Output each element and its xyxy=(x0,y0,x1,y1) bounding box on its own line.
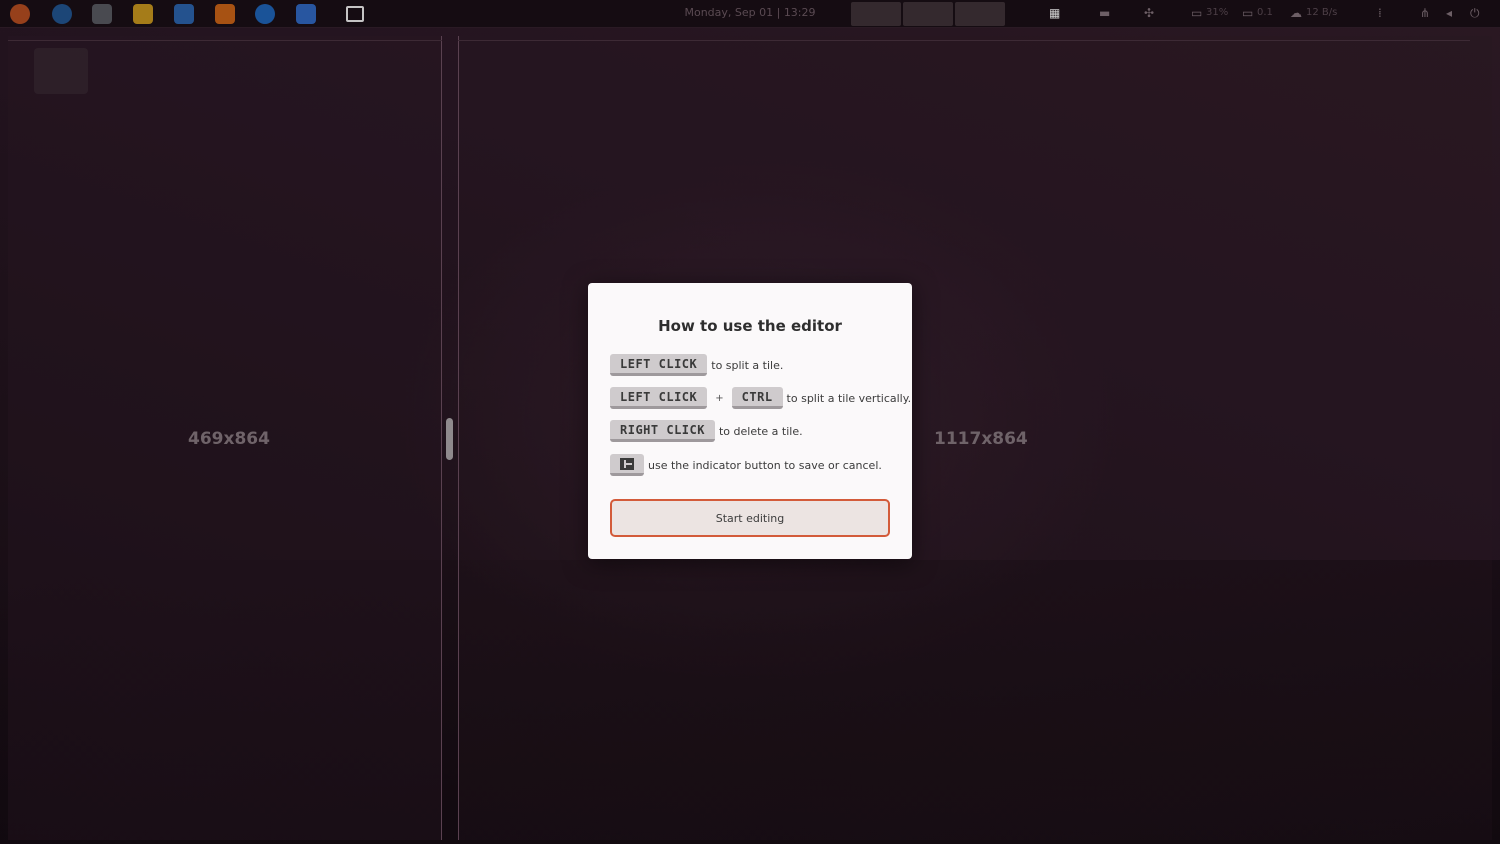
software-icon[interactable] xyxy=(215,4,235,24)
workspace-2[interactable] xyxy=(903,2,953,26)
rhythmbox-icon[interactable] xyxy=(133,4,153,24)
help-icon[interactable] xyxy=(255,4,275,24)
help-row-indicator: use the indicator button to save or canc… xyxy=(610,454,882,476)
power-icon[interactable]: ⏻ xyxy=(1470,6,1480,21)
cpu-icon: ▭ xyxy=(1191,6,1203,20)
right-click-key: RIGHT CLICK xyxy=(610,420,715,442)
right-tile-size: 1117x864 xyxy=(934,429,1028,449)
help-row-split-vertical: LEFT CLICK + CTRL to split a tile vertic… xyxy=(610,387,911,409)
cpu-usage: 31% xyxy=(1206,7,1229,18)
cloud-icon: ☁ xyxy=(1290,6,1302,20)
left-tile-size: 469x864 xyxy=(188,429,270,449)
firefox-icon[interactable] xyxy=(10,4,30,24)
help-description: to delete a tile. xyxy=(718,424,803,438)
thunderbird-icon[interactable] xyxy=(52,4,72,24)
help-description: to split a tile. xyxy=(711,358,784,372)
help-description: to split a tile vertically. xyxy=(786,391,912,405)
left-click-key: LEFT CLICK xyxy=(610,387,708,409)
window-icon[interactable] xyxy=(346,6,364,22)
net-speed: 12 B/s xyxy=(1306,7,1338,18)
volume-icon[interactable]: ◂ xyxy=(1446,6,1452,20)
help-row-split: LEFT CLICK to split a tile. xyxy=(610,354,783,376)
editor-help-dialog: How to use the editor LEFT CLICK to spli… xyxy=(588,283,912,559)
left-click-key: LEFT CLICK xyxy=(610,354,708,376)
layout-indicator-icon xyxy=(610,454,644,476)
writer-icon[interactable] xyxy=(174,4,194,24)
display-value: 0.1 xyxy=(1257,7,1273,18)
extensions-icon[interactable] xyxy=(296,4,316,24)
help-row-delete: RIGHT CLICK to delete a tile. xyxy=(610,420,803,442)
network-icon[interactable]: ⋔ xyxy=(1420,6,1430,20)
workspace-1[interactable] xyxy=(851,2,901,26)
gamepad-icon[interactable]: ▬ xyxy=(1099,6,1110,20)
tile-divider-line xyxy=(458,40,1470,41)
ctrl-key: CTRL xyxy=(731,387,783,409)
tiling-layout-icon[interactable]: ▦ xyxy=(1049,6,1060,20)
files-icon[interactable] xyxy=(92,4,112,24)
workspace-3[interactable] xyxy=(955,2,1005,26)
dialog-title: How to use the editor xyxy=(658,317,842,335)
display-icon: ▭ xyxy=(1242,6,1254,20)
tile-splitter-handle[interactable] xyxy=(446,418,453,460)
tile-divider-line xyxy=(8,40,442,41)
help-description: use the indicator button to save or canc… xyxy=(648,458,882,472)
start-editing-button[interactable]: Start editing xyxy=(610,499,890,537)
top-panel: Monday, Sep 01 | 13:29 ▦ ▬ ✣ ▭ 31% ▭ 0.1… xyxy=(0,0,1500,28)
clock[interactable]: Monday, Sep 01 | 13:29 xyxy=(665,6,835,19)
plus-sign: + xyxy=(715,392,724,404)
tray-separator-icon: ⁞ xyxy=(1378,6,1382,20)
network-app-icon[interactable]: ✣ xyxy=(1144,6,1154,20)
